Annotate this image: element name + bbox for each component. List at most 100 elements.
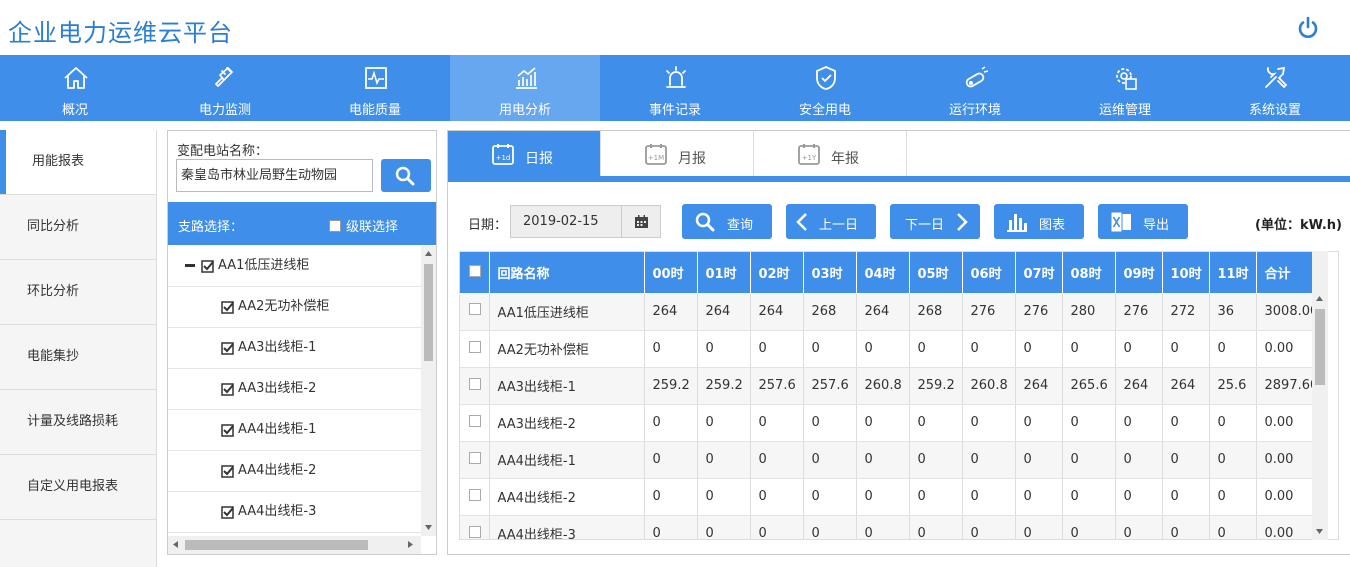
checked-checkbox-icon[interactable]	[221, 465, 234, 478]
nav-item-power-monitor[interactable]: 电力监测	[150, 55, 300, 121]
sidebar-item-mom[interactable]: 环比分析	[0, 260, 156, 325]
checked-checkbox-icon[interactable]	[221, 506, 234, 519]
scroll-up-icon[interactable]	[425, 251, 432, 256]
table-vertical-scrollbar[interactable]	[1312, 251, 1328, 540]
nav-item-environment[interactable]: 运行环境	[900, 55, 1050, 121]
query-button[interactable]: 查询	[682, 204, 772, 239]
row-checkbox-cell[interactable]	[460, 330, 490, 368]
checked-checkbox-icon[interactable]	[201, 260, 214, 273]
nav-label: 事件记录	[648, 103, 701, 118]
checked-checkbox-icon[interactable]	[221, 424, 234, 437]
nav-item-power-quality[interactable]: 电能质量	[300, 55, 450, 121]
row-checkbox-cell[interactable]	[460, 367, 490, 405]
row-checkbox-cell[interactable]	[460, 515, 490, 539]
table-row[interactable]: AA3出线柜-1 259.2 259.2 257.6 257.6 260.8 259.2 26…	[460, 367, 1327, 405]
tree-node[interactable]: AA2无功补偿柜	[168, 287, 421, 328]
row-checkbox[interactable]	[469, 451, 481, 464]
next-day-button[interactable]: 下一日	[890, 204, 980, 239]
tab-badge: +1Y	[802, 154, 817, 162]
row-checkbox[interactable]	[469, 525, 481, 538]
sidebar-item-energy-report[interactable]: 用能报表	[0, 130, 156, 195]
tab-label: 年报	[831, 151, 859, 167]
value-cell: 0	[1062, 330, 1116, 368]
row-checkbox[interactable]	[469, 414, 481, 427]
value-cell: 268	[803, 293, 857, 331]
row-checkbox-cell[interactable]	[460, 293, 490, 331]
tree-node[interactable]: AA4出线柜-2	[168, 451, 421, 492]
value-cell: 0	[1015, 441, 1063, 479]
table-header-row: 回路名称 00时 01时 02时 03时 04时 05时 06时 07时 08时…	[460, 252, 1327, 293]
row-checkbox[interactable]	[469, 377, 481, 390]
nav-item-overview[interactable]: 概况	[0, 55, 150, 121]
tools-icon	[1265, 66, 1288, 89]
chevron-right-icon	[957, 213, 968, 231]
nav-item-safety[interactable]: 安全用电	[750, 55, 900, 121]
tree-node[interactable]: AA4出线柜-3	[168, 492, 421, 533]
station-search-button[interactable]	[381, 159, 431, 192]
value-cell: 0	[1015, 478, 1063, 516]
tree-node-label: AA3出线柜-1	[238, 340, 317, 355]
row-checkbox[interactable]	[469, 303, 481, 316]
nav-item-system-settings[interactable]: 系统设置	[1200, 55, 1350, 121]
query-label: 查询	[727, 218, 754, 233]
row-checkbox[interactable]	[469, 340, 481, 353]
scroll-down-icon[interactable]	[425, 525, 432, 530]
scroll-down-icon[interactable]	[1316, 529, 1323, 534]
sidebar-item-line-loss[interactable]: 计量及线路损耗	[0, 390, 156, 455]
scroll-thumb[interactable]	[185, 540, 368, 550]
station-input[interactable]: 秦皇岛市林业局野生动物园	[176, 159, 373, 192]
scroll-thumb[interactable]	[424, 264, 433, 361]
table-row[interactable]: AA2无功补偿柜 0 0 0 0 0 0 0 0 0 0 0 0 0.00	[460, 330, 1327, 368]
table-row[interactable]: AA4出线柜-1 0 0 0 0 0 0 0 0 0 0 0 0 0.00	[460, 441, 1327, 479]
prev-day-button[interactable]: 上一日	[786, 204, 876, 239]
checked-checkbox-icon[interactable]	[221, 383, 234, 396]
sidebar-item-yoy[interactable]: 同比分析	[0, 195, 156, 260]
checked-checkbox-icon[interactable]	[221, 342, 234, 355]
tree-node[interactable]: AA4出线柜-1	[168, 410, 421, 451]
table-row[interactable]: AA1低压进线柜 264 264 264 268 264 268 276 276 280 276 27…	[460, 293, 1327, 331]
tab-daily[interactable]: +1d 日报	[448, 131, 601, 176]
nav-item-usage-analysis[interactable]: 用电分析	[450, 55, 600, 121]
value-cell: 0	[750, 441, 804, 479]
value-cell: 0	[1015, 404, 1063, 442]
tree-node[interactable]: AA3出线柜-2	[168, 369, 421, 410]
row-checkbox[interactable]	[469, 488, 481, 501]
tree-node-root[interactable]: AA1低压进线柜	[168, 246, 421, 287]
checked-checkbox-icon[interactable]	[221, 301, 234, 314]
tree-node[interactable]: AA3出线柜-1	[168, 328, 421, 369]
scroll-right-icon[interactable]	[408, 541, 413, 548]
table-row[interactable]: AA3出线柜-2 0 0 0 0 0 0 0 0 0 0 0 0 0.00	[460, 404, 1327, 442]
export-button[interactable]: 导出	[1098, 204, 1188, 239]
scroll-left-icon[interactable]	[173, 541, 178, 548]
row-checkbox-cell[interactable]	[460, 404, 490, 442]
scroll-up-icon[interactable]	[1316, 296, 1323, 301]
select-all-checkbox[interactable]	[469, 264, 481, 277]
value-cell: 272	[1162, 293, 1210, 331]
value-cell: 0	[697, 515, 751, 539]
row-checkbox-cell[interactable]	[460, 478, 490, 516]
value-cell: 0	[1162, 478, 1210, 516]
tree-vertical-scrollbar[interactable]	[421, 246, 436, 536]
tab-monthly[interactable]: +1M 月报	[601, 131, 754, 176]
sidebar-item-meter-reading[interactable]: 电能集抄	[0, 325, 156, 390]
nav-label: 电力监测	[198, 103, 251, 118]
value-cell: 264	[1115, 367, 1163, 405]
sidebar-item-custom-report[interactable]: 自定义用电报表	[0, 455, 156, 520]
cascade-select[interactable]: 级联选择	[329, 216, 398, 235]
value-cell: 0	[1115, 404, 1163, 442]
row-checkbox-cell[interactable]	[460, 441, 490, 479]
value-cell: 0	[962, 515, 1016, 539]
date-picker-button[interactable]	[621, 205, 661, 238]
nav-item-event-log[interactable]: 事件记录	[600, 55, 750, 121]
cascade-checkbox[interactable]	[329, 219, 341, 232]
select-all-header[interactable]	[460, 252, 490, 293]
chart-button[interactable]: 图表	[994, 204, 1084, 239]
table-row[interactable]: AA4出线柜-2 0 0 0 0 0 0 0 0 0 0 0 0 0.00	[460, 478, 1327, 516]
tree-horizontal-scrollbar[interactable]	[168, 536, 421, 554]
power-icon[interactable]	[1296, 16, 1320, 40]
scroll-thumb[interactable]	[1315, 309, 1325, 385]
nav-item-maintenance[interactable]: 运维管理	[1050, 55, 1200, 121]
tab-yearly[interactable]: +1Y 年报	[754, 131, 907, 176]
table-row[interactable]: AA4出线柜-3 0 0 0 0 0 0 0 0 0 0 0 0 0.00	[460, 515, 1327, 539]
bar-chart-icon	[516, 67, 537, 89]
